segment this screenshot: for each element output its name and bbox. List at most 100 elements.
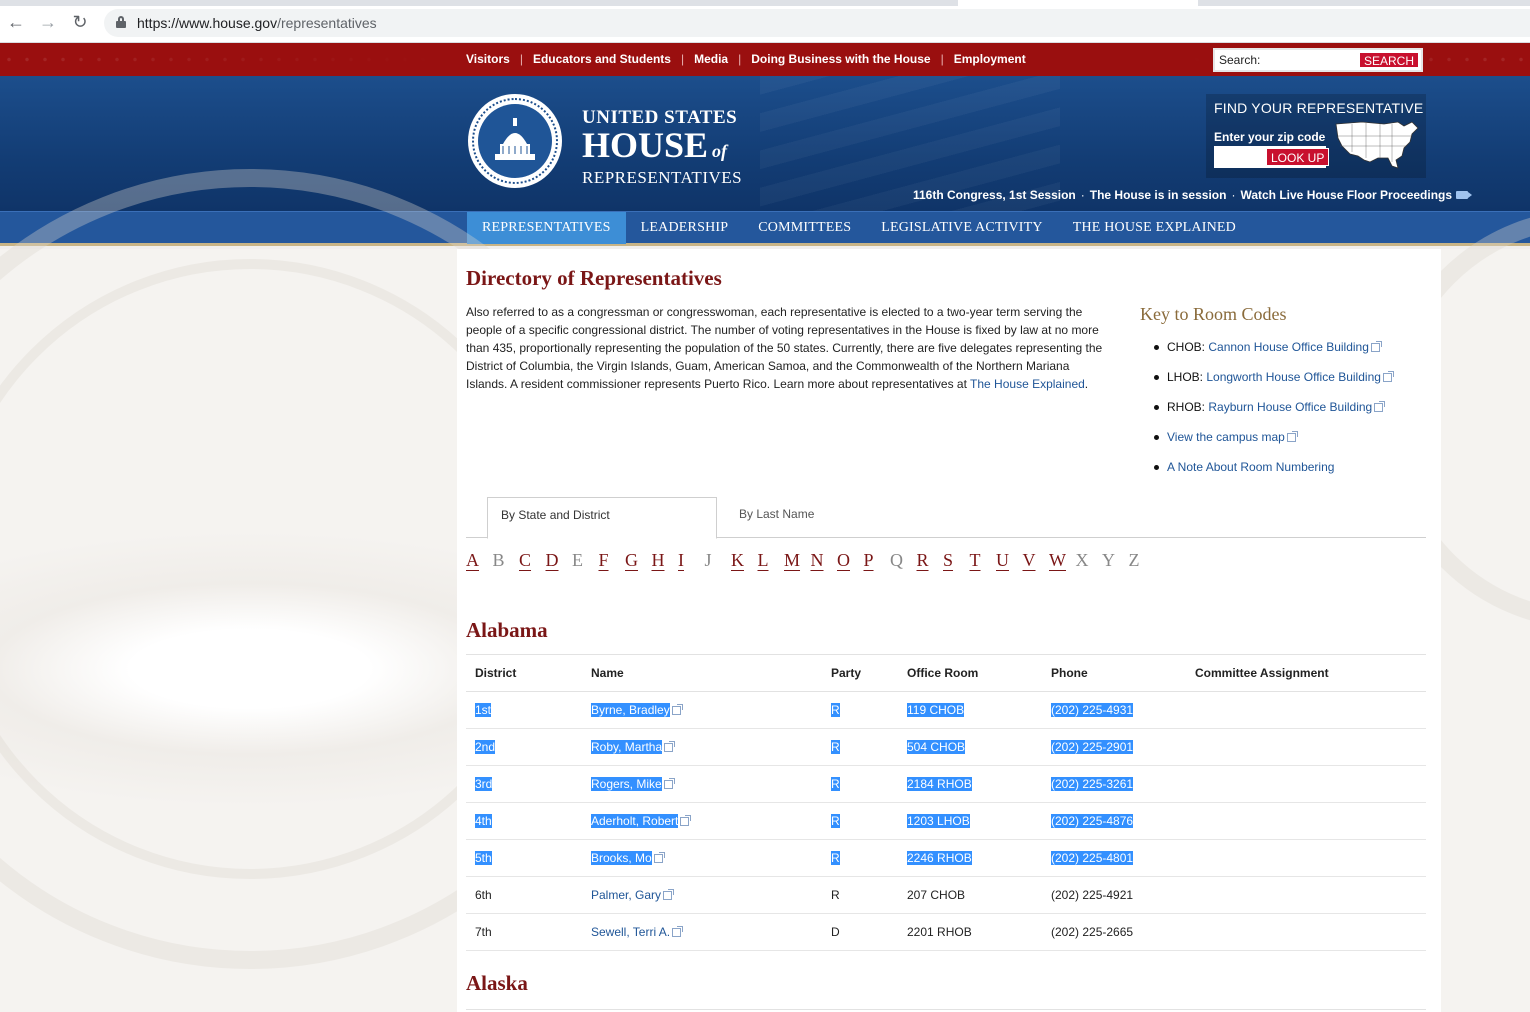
letter-i[interactable]: I <box>678 550 705 574</box>
letter-d[interactable]: D <box>546 550 573 574</box>
nav-leadership[interactable]: LEADERSHIP <box>626 212 744 244</box>
back-arrow-icon[interactable]: ← <box>6 12 26 32</box>
video-camera-icon[interactable] <box>1456 191 1473 199</box>
letter-r[interactable]: R <box>917 550 944 574</box>
key-item: RHOB: Rayburn House Office Building <box>1140 399 1430 415</box>
reload-icon[interactable]: ↻ <box>70 12 90 32</box>
key-link-longworth-house-office-building[interactable]: Longworth House Office Building <box>1206 370 1381 384</box>
letter-v[interactable]: V <box>1023 550 1050 574</box>
office-room: 2246 RHOB <box>907 851 972 865</box>
zip-label: Enter your zip code <box>1214 130 1326 144</box>
letter-y: Y <box>1102 550 1115 570</box>
letter-m[interactable]: M <box>784 550 811 574</box>
external-link-icon <box>680 815 692 826</box>
lookup-button[interactable]: LOOK UP <box>1266 148 1330 166</box>
rep-name-link[interactable]: Rogers, Mike <box>591 777 662 791</box>
external-link-icon <box>663 889 675 900</box>
table-row: 6th Palmer, Gary R 207 CHOB (202) 225-4921 <box>466 876 1426 914</box>
external-link-icon <box>1382 371 1394 382</box>
header-party: Party <box>822 654 898 692</box>
nav-legislative-activity[interactable]: LEGISLATIVE ACTIVITY <box>866 212 1057 244</box>
house-explained-link[interactable]: The House Explained <box>970 377 1085 391</box>
letter-n[interactable]: N <box>811 550 838 574</box>
letter-h[interactable]: H <box>652 550 679 574</box>
find-rep-title: FIND YOUR REPRESENTATIVE <box>1214 100 1424 116</box>
letter-w[interactable]: W <box>1049 550 1076 574</box>
letter-p[interactable]: P <box>864 550 891 574</box>
cell-phone: (202) 225-2901 <box>1042 728 1186 766</box>
active-tab[interactable] <box>958 0 1198 6</box>
site-logo-text[interactable]: UNITED STATES HOUSE of REPRESENTATIVES <box>582 108 742 188</box>
letter-t[interactable]: T <box>970 550 997 574</box>
nav-representatives[interactable]: REPRESENTATIVES <box>467 212 626 244</box>
state-heading: Alaska <box>466 971 528 995</box>
external-link-icon <box>672 926 684 937</box>
nav-the-house-explained[interactable]: THE HOUSE EXPLAINED <box>1058 212 1251 244</box>
header-committee: Committee Assignment <box>1186 654 1426 692</box>
party: R <box>831 888 840 902</box>
rep-name-link[interactable]: Palmer, Gary <box>591 888 661 902</box>
office-room: 2201 RHOB <box>907 925 972 939</box>
separator: | <box>940 52 944 66</box>
utility-link-visitors[interactable]: Visitors <box>466 52 510 66</box>
house-seal-logo[interactable] <box>468 94 562 188</box>
district: 4th <box>475 814 492 828</box>
letter-u[interactable]: U <box>996 550 1023 574</box>
key-link-a-note-about-room-numbering[interactable]: A Note About Room Numbering <box>1167 460 1334 474</box>
utility-link-media[interactable]: Media <box>694 52 728 66</box>
rep-name-link[interactable]: Byrne, Bradley <box>591 703 670 717</box>
rep-name-link[interactable]: Brooks, Mo <box>591 851 652 865</box>
office-room: 207 CHOB <box>907 888 966 902</box>
room-codes-key: Key to Room Codes CHOB: Cannon House Off… <box>1140 304 1430 489</box>
divider <box>466 1009 1426 1010</box>
cell-office-room: 2184 RHOB <box>898 765 1042 803</box>
tab-by-last-name[interactable]: By Last Name <box>726 497 827 538</box>
search-button[interactable]: SEARCH <box>1358 52 1419 68</box>
site-search[interactable]: Search: SEARCH <box>1213 48 1423 72</box>
letter-k[interactable]: K <box>731 550 758 574</box>
cell-phone: (202) 225-3261 <box>1042 765 1186 803</box>
session-item[interactable]: Watch Live House Floor Proceedings <box>1240 188 1452 202</box>
office-room: 2184 RHOB <box>907 777 972 791</box>
nav-committees[interactable]: COMMITTEES <box>743 212 866 244</box>
key-link-rayburn-house-office-building[interactable]: Rayburn House Office Building <box>1208 400 1372 414</box>
utility-link-doing-business-with-the-house[interactable]: Doing Business with the House <box>751 52 930 66</box>
cell-phone: (202) 225-2665 <box>1042 913 1186 951</box>
header-office-room: Office Room <box>898 654 1042 692</box>
cell-district: 2nd <box>466 728 582 766</box>
capitol-dome-icon <box>495 118 535 160</box>
search-label: Search: <box>1219 53 1261 67</box>
letter-c[interactable]: C <box>519 550 546 574</box>
separator: | <box>738 52 742 66</box>
phone: (202) 225-2665 <box>1051 925 1134 939</box>
tab-by-state[interactable]: By State and District <box>487 497 717 539</box>
letter-o[interactable]: O <box>837 550 864 574</box>
cell-rep-name-link: Palmer, Gary <box>582 876 822 914</box>
letter-s[interactable]: S <box>943 550 970 574</box>
key-link-cannon-house-office-building[interactable]: Cannon House Office Building <box>1208 340 1369 354</box>
phone: (202) 225-4921 <box>1051 888 1134 902</box>
rep-name-link[interactable]: Roby, Martha <box>591 740 663 754</box>
forward-arrow-icon[interactable]: → <box>38 12 58 32</box>
page-title: Directory of Representatives <box>466 266 722 290</box>
phone: (202) 225-4801 <box>1051 851 1134 865</box>
cell-district: 5th <box>466 839 582 877</box>
letter-l[interactable]: L <box>758 550 785 574</box>
tab-strip <box>0 0 1530 6</box>
external-link-icon <box>1286 431 1298 442</box>
letter-f[interactable]: F <box>599 550 626 574</box>
cell-office-room: 504 CHOB <box>898 728 1042 766</box>
letter-g[interactable]: G <box>625 550 652 574</box>
letter-a[interactable]: A <box>466 550 493 574</box>
key-link-view-the-campus-map[interactable]: View the campus map <box>1167 430 1285 444</box>
rep-name-link[interactable]: Aderholt, Robert <box>591 814 679 828</box>
address-bar[interactable]: https://www.house.gov/representatives <box>104 9 1530 37</box>
cell-district: 7th <box>466 913 582 951</box>
rep-name-link[interactable]: Sewell, Terri A. <box>591 925 670 939</box>
utility-link-educators-and-students[interactable]: Educators and Students <box>533 52 671 66</box>
cell-office-room: 2246 RHOB <box>898 839 1042 877</box>
alphabet-filter: ABCDEFGHIJKLMNOPQRSTUVWXYZ <box>466 550 1155 574</box>
lock-icon <box>116 16 126 28</box>
utility-link-employment[interactable]: Employment <box>954 52 1026 66</box>
table-row: 3rd Rogers, Mike R 2184 RHOB (202) 225-3261 <box>466 765 1426 803</box>
